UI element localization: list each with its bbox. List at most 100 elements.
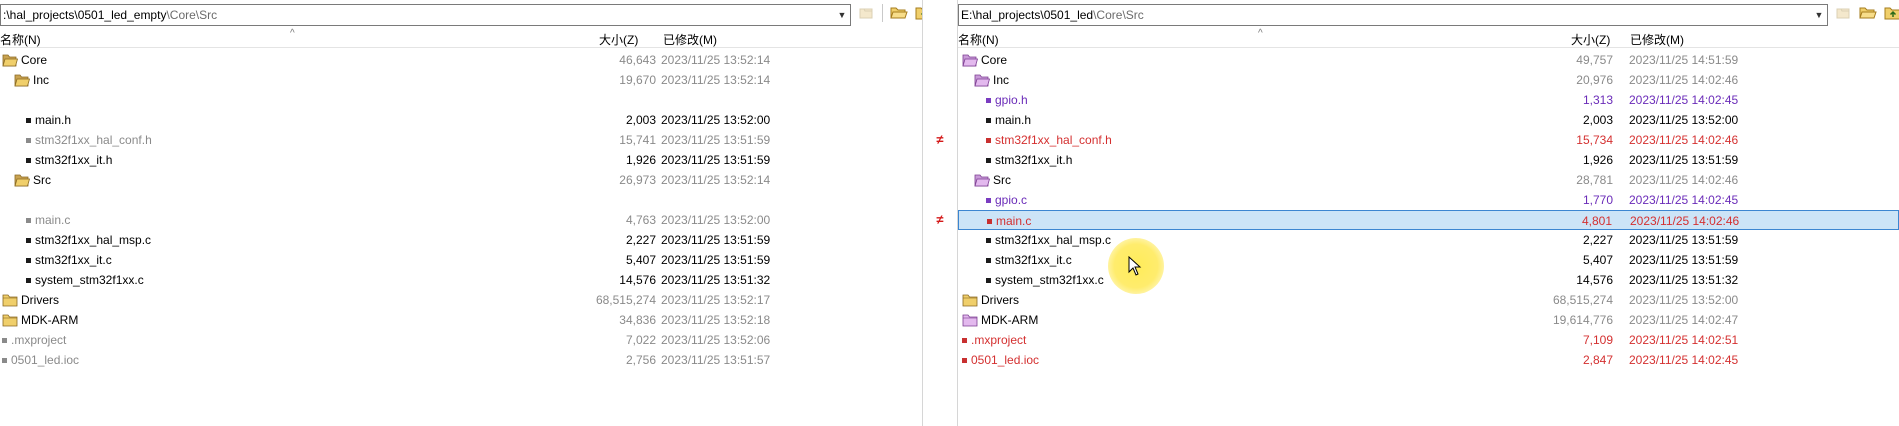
left-file-list: Core 46,643 2023/11/25 13:52:14 Inc 19,670 20… (0, 50, 922, 370)
file-row[interactable]: main.h 2,003 2023/11/25 13:52:00 (958, 110, 1899, 130)
folder-row[interactable]: Core 46,643 2023/11/25 13:52:14 (0, 50, 922, 70)
folder-open-icon[interactable] (888, 2, 910, 24)
folder-row[interactable]: Core 49,757 2023/11/25 14:51:59 (958, 50, 1899, 70)
row-name-label: .mxproject (11, 333, 67, 347)
row-date-cell: 2023/11/25 14:02:45 (1629, 193, 1739, 207)
blank-row[interactable] (0, 90, 922, 110)
diff-marker-icon[interactable]: ≠ (923, 212, 957, 227)
row-size-cell: 5,407 (625, 253, 656, 267)
row-name-cell: system_stm32f1xx.c (26, 270, 144, 290)
row-name-cell: Core (2, 50, 47, 70)
row-size-cell: 7,022 (625, 333, 656, 347)
folder-open-icon[interactable] (1857, 2, 1879, 24)
row-date-cell: 2023/11/25 14:02:46 (1629, 173, 1739, 187)
row-name-label: MDK-ARM (981, 313, 1039, 327)
file-row[interactable]: system_stm32f1xx.c 14,576 2023/11/25 13:51… (958, 270, 1899, 290)
recent-folders-icon[interactable] (1832, 2, 1854, 24)
row-date-cell: 2023/11/25 13:52:00 (1629, 293, 1739, 307)
folder-icon (2, 54, 21, 67)
file-row[interactable]: gpio.h 1,313 2023/11/25 14:02:45 (958, 90, 1899, 110)
row-size-cell: 5,407 (1582, 253, 1613, 267)
row-size-cell: 19,614,776 (1552, 313, 1613, 327)
file-icon (962, 337, 971, 343)
date-column-header[interactable]: 已修改(M) (663, 31, 717, 48)
row-date-cell: 2023/11/25 14:02:46 (1629, 73, 1739, 87)
folder-row[interactable]: Drivers 68,515,274 2023/11/25 13:52:17 (0, 290, 922, 310)
folder-icon (2, 314, 21, 327)
folder-row[interactable]: Src 28,781 2023/11/25 14:02:46 (958, 170, 1899, 190)
file-row[interactable]: 0501_led.ioc 2,756 2023/11/25 13:51:57 (0, 350, 922, 370)
row-name-label: main.h (35, 113, 72, 127)
diff-marker-icon[interactable]: ≠ (923, 132, 957, 147)
row-date-cell: 2023/11/25 13:51:59 (661, 253, 771, 267)
row-size-cell: 68,515,274 (1552, 293, 1613, 307)
size-column-header[interactable]: 大小(Z) (599, 31, 638, 48)
file-row[interactable]: main.c 4,763 2023/11/25 13:52:00 (0, 210, 922, 230)
folder-up-icon[interactable] (1882, 2, 1899, 24)
file-icon (26, 257, 35, 263)
row-name-label: 0501_led.ioc (971, 353, 1040, 367)
file-row[interactable]: system_stm32f1xx.c 14,576 2023/11/25 13:51… (0, 270, 922, 290)
row-name-label: main.c (35, 213, 71, 227)
name-column-header[interactable]: 名称(N) (958, 31, 999, 48)
file-icon (26, 137, 35, 143)
file-row[interactable]: main.c 4,801 2023/11/25 14:02:46 (958, 210, 1899, 230)
diff-gutter: ≠ ≠ (922, 0, 958, 426)
name-column-header[interactable]: 名称(N) (0, 31, 41, 48)
file-row[interactable]: stm32f1xx_it.h 1,926 2023/11/25 13:51:59 (0, 150, 922, 170)
size-column-header[interactable]: 大小(Z) (1571, 31, 1610, 48)
row-size-cell: 2,003 (1582, 113, 1613, 127)
file-row[interactable]: .mxproject 7,109 2023/11/25 14:02:51 (958, 330, 1899, 350)
folder-row[interactable]: MDK-ARM 19,614,776 2023/11/25 14:02:47 (958, 310, 1899, 330)
row-date-cell: 2023/11/25 14:02:46 (1630, 214, 1740, 228)
file-row[interactable]: stm32f1xx_hal_msp.c 2,227 2023/11/25 13:51… (958, 230, 1899, 250)
file-row[interactable]: 0501_led.ioc 2,847 2023/11/25 14:02:45 (958, 350, 1899, 370)
row-date-cell: 2023/11/25 13:51:59 (1629, 153, 1739, 167)
row-size-cell: 46,643 (619, 53, 656, 67)
file-icon (962, 357, 971, 363)
folder-row[interactable]: Inc 19,670 2023/11/25 13:52:14 (0, 70, 922, 90)
file-icon (986, 117, 995, 123)
row-name-label: gpio.c (995, 193, 1028, 207)
file-row[interactable]: stm32f1xx_it.c 5,407 2023/11/25 13:51:59 (0, 250, 922, 270)
row-name-cell: 0501_led.ioc (962, 350, 1039, 370)
file-row[interactable]: stm32f1xx_hal_conf.h 15,741 2023/11/25 13:… (0, 130, 922, 150)
folder-row[interactable]: Drivers 68,515,274 2023/11/25 13:52:00 (958, 290, 1899, 310)
row-size-cell: 1,313 (1582, 93, 1613, 107)
right-file-list: Core 49,757 2023/11/25 14:51:59 Inc 20,976 20… (958, 50, 1899, 370)
row-date-cell: 2023/11/25 14:02:46 (1629, 133, 1739, 147)
sort-caret-icon: ^ (1258, 28, 1263, 39)
file-row[interactable]: stm32f1xx_it.h 1,926 2023/11/25 13:51:59 (958, 150, 1899, 170)
row-date-cell: 2023/11/25 14:02:45 (1629, 353, 1739, 367)
blank-row[interactable] (0, 190, 922, 210)
chevron-down-icon[interactable]: ▼ (834, 5, 850, 25)
folder-row[interactable]: Src 26,973 2023/11/25 13:52:14 (0, 170, 922, 190)
file-row[interactable]: .mxproject 7,022 2023/11/25 13:52:06 (0, 330, 922, 350)
row-date-cell: 2023/11/25 13:52:00 (661, 213, 771, 227)
folder-icon (14, 74, 33, 87)
file-row[interactable]: stm32f1xx_it.c 5,407 2023/11/25 13:51:59 (958, 250, 1899, 270)
left-column-header: 名称(N) ^ 大小(Z) 已修改(M) (0, 28, 922, 48)
row-name-cell: Core (962, 50, 1007, 70)
row-date-cell: 2023/11/25 14:02:51 (1629, 333, 1739, 347)
row-size-cell: 26,973 (619, 173, 656, 187)
recent-folders-icon[interactable] (855, 2, 877, 24)
row-size-cell: 49,757 (1576, 53, 1613, 67)
file-row[interactable]: stm32f1xx_hal_conf.h 15,734 2023/11/25 14:… (958, 130, 1899, 150)
row-name-label: Src (993, 173, 1011, 187)
row-name-cell: Src (974, 170, 1011, 190)
file-row[interactable]: stm32f1xx_hal_msp.c 2,227 2023/11/25 13:51… (0, 230, 922, 250)
folder-row[interactable]: MDK-ARM 34,836 2023/11/25 13:52:18 (0, 310, 922, 330)
right-path-field[interactable]: E:\hal_projects\0501_led \Core\Src ▼ (958, 4, 1828, 26)
row-name-cell: stm32f1xx_it.c (986, 250, 1072, 270)
left-path-field[interactable]: :\hal_projects\0501_led_empty \Core\Src ▼ (0, 4, 851, 26)
left-pane: :\hal_projects\0501_led_empty \Core\Src ▼… (0, 0, 960, 426)
date-column-header[interactable]: 已修改(M) (1630, 31, 1684, 48)
row-size-cell: 14,576 (1576, 273, 1613, 287)
chevron-down-icon[interactable]: ▼ (1811, 5, 1827, 25)
file-row[interactable]: main.h 2,003 2023/11/25 13:52:00 (0, 110, 922, 130)
row-name-label: stm32f1xx_it.h (995, 153, 1073, 167)
file-row[interactable]: gpio.c 1,770 2023/11/25 14:02:45 (958, 190, 1899, 210)
folder-row[interactable]: Inc 20,976 2023/11/25 14:02:46 (958, 70, 1899, 90)
row-name-label: system_stm32f1xx.c (995, 273, 1104, 287)
